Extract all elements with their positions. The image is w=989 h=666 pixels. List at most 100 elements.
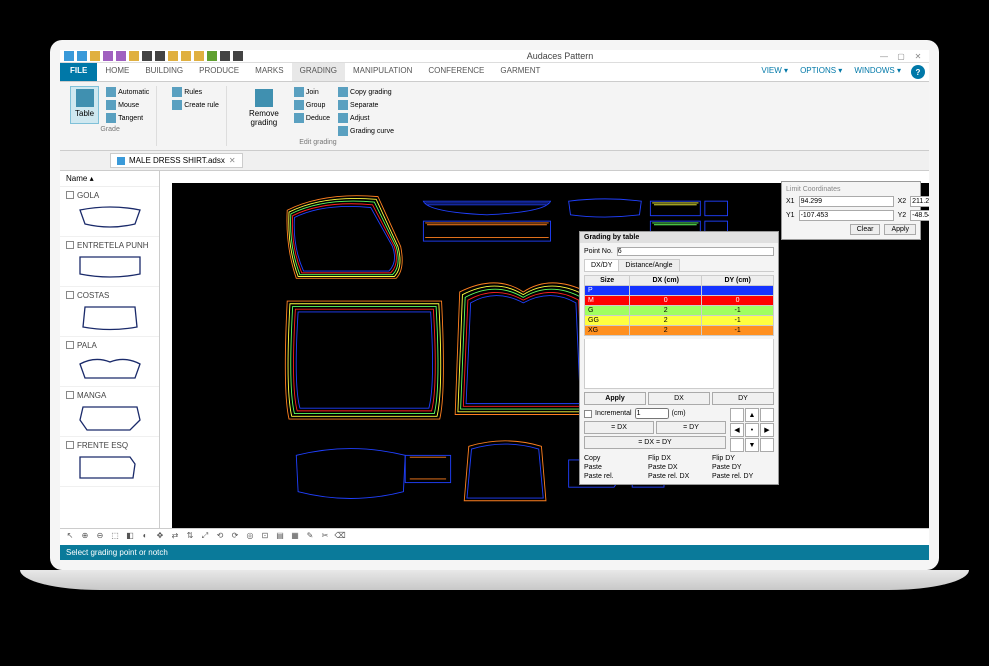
limit-coordinates-panel[interactable]: Limit Coordinates X1 X2 Y1 Y2 [781,181,921,240]
piece-item[interactable]: MANGA [60,387,159,437]
piece-checkbox[interactable] [66,341,74,349]
clear-button[interactable]: Clear [850,224,881,235]
tab-marks[interactable]: MARKS [247,63,291,81]
windows-dropdown[interactable]: WINDOWS ▾ [848,63,907,81]
tab-building[interactable]: BUILDING [137,63,191,81]
grade-action-button[interactable]: Paste rel. [584,473,646,480]
join-button[interactable]: Join [293,86,331,98]
tool-icon[interactable]: ⊡ [259,531,271,543]
piece-checkbox[interactable] [66,441,74,449]
dx-button[interactable]: DX [648,392,710,405]
eq-dxdy-button[interactable]: = DX = DY [584,436,726,449]
qat-icon[interactable] [129,51,139,61]
eq-dy-button[interactable]: = DY [656,421,726,434]
tool-icon[interactable]: ◎ [244,531,256,543]
y2-input[interactable] [910,210,929,221]
tab-grading[interactable]: GRADING [292,63,345,81]
tangent-button[interactable]: Tangent [105,112,150,124]
piece-item[interactable]: ENTRETELA PUNH [60,237,159,287]
grade-row[interactable]: G2-1 [585,306,774,316]
tool-icon[interactable]: ⊕ [79,531,91,543]
tool-icon[interactable]: ▦ [289,531,301,543]
close-button[interactable]: ✕ [911,52,925,61]
grade-row[interactable]: GG2-1 [585,316,774,326]
tab-conference[interactable]: CONFERENCE [420,63,492,81]
view-dropdown[interactable]: VIEW ▾ [755,63,794,81]
tool-icon[interactable]: ✂ [319,531,331,543]
grade-action-button[interactable]: Flip DX [648,455,710,462]
dy-button[interactable]: DY [712,392,774,405]
qat-icon[interactable] [142,51,152,61]
grading-curve-button[interactable]: Grading curve [337,125,395,137]
qat-icon[interactable] [64,51,74,61]
tool-icon[interactable]: ◐ [139,531,151,543]
copy-grading-button[interactable]: Copy grading [337,86,395,98]
arrow-pad[interactable]: ▲ ◀•▶ ▼ [730,408,774,452]
qat-icon[interactable] [220,51,230,61]
qat-icon[interactable] [90,51,100,61]
tab-home[interactable]: HOME [97,63,137,81]
piece-checkbox[interactable] [66,191,74,199]
tool-icon[interactable]: ⬚ [109,531,121,543]
options-dropdown[interactable]: OPTIONS ▾ [794,63,848,81]
incremental-checkbox[interactable] [584,410,592,418]
incremental-input[interactable] [635,408,669,419]
tab-garment[interactable]: GARMENT [492,63,548,81]
y1-input[interactable] [799,210,894,221]
arrow-center-icon[interactable]: • [745,423,759,437]
grade-action-button[interactable]: Copy [584,455,646,462]
x1-input[interactable] [799,196,894,207]
qat-icon[interactable] [155,51,165,61]
tab-manipulation[interactable]: MANIPULATION [345,63,420,81]
grading-table[interactable]: Size DX (cm) DY (cm) PM00G2-1GG2-1XG2-1 [584,275,774,336]
arrow-up-icon[interactable]: ▲ [745,408,759,422]
table-button[interactable]: Table [70,86,99,124]
grading-table-panel[interactable]: Grading by table Point No. DX/DY Distanc… [579,231,779,485]
x2-input[interactable] [910,196,929,207]
grade-row[interactable]: XG2-1 [585,326,774,336]
tool-icon[interactable]: ⊖ [94,531,106,543]
grade-action-button[interactable]: Paste DY [712,464,774,471]
tool-icon[interactable]: ▤ [274,531,286,543]
apply-button[interactable]: Apply [584,392,646,405]
adjust-button[interactable]: Adjust [337,112,395,124]
grade-action-button[interactable]: Paste rel. DY [712,473,774,480]
separate-button[interactable]: Separate [337,99,395,111]
apply-coord-button[interactable]: Apply [884,224,916,235]
qat-icon[interactable] [207,51,217,61]
tool-icon[interactable]: ⇄ [169,531,181,543]
qat-icon[interactable] [116,51,126,61]
piece-item[interactable]: PALA [60,337,159,387]
deduce-button[interactable]: Deduce [293,112,331,124]
maximize-button[interactable]: ▢ [894,52,908,61]
grade-action-button[interactable]: Paste rel. DX [648,473,710,480]
qat-icon[interactable] [194,51,204,61]
tool-icon[interactable]: ⇅ [184,531,196,543]
tool-icon[interactable]: ✥ [154,531,166,543]
grade-action-button[interactable]: Flip DY [712,455,774,462]
minimize-button[interactable]: — [877,52,891,61]
group-button[interactable]: Group [293,99,331,111]
qat-icon[interactable] [181,51,191,61]
tab-file[interactable]: FILE [60,63,97,81]
piece-item[interactable]: GOLA [60,187,159,237]
tool-icon[interactable]: ⌫ [334,531,346,543]
arrow-down-icon[interactable]: ▼ [745,438,759,452]
tool-icon[interactable]: ⟲ [214,531,226,543]
help-icon[interactable]: ? [911,65,925,79]
grade-row[interactable]: M00 [585,296,774,306]
arrow-left-icon[interactable]: ◀ [730,423,744,437]
qat-icon[interactable] [168,51,178,61]
create-rule-button[interactable]: Create rule [171,99,220,111]
canvas[interactable]: Grading by table Point No. DX/DY Distanc… [160,171,929,528]
tab-produce[interactable]: PRODUCE [191,63,247,81]
remove-grading-button[interactable]: Remove grading [241,86,287,137]
close-tab-icon[interactable]: ✕ [229,156,236,165]
automatic-button[interactable]: Automatic [105,86,150,98]
rules-button[interactable]: Rules [171,86,220,98]
qat-icon[interactable] [103,51,113,61]
qat-icon[interactable] [77,51,87,61]
arrow-right-icon[interactable]: ▶ [760,423,774,437]
qat-icon[interactable] [233,51,243,61]
piece-item[interactable]: COSTAS [60,287,159,337]
